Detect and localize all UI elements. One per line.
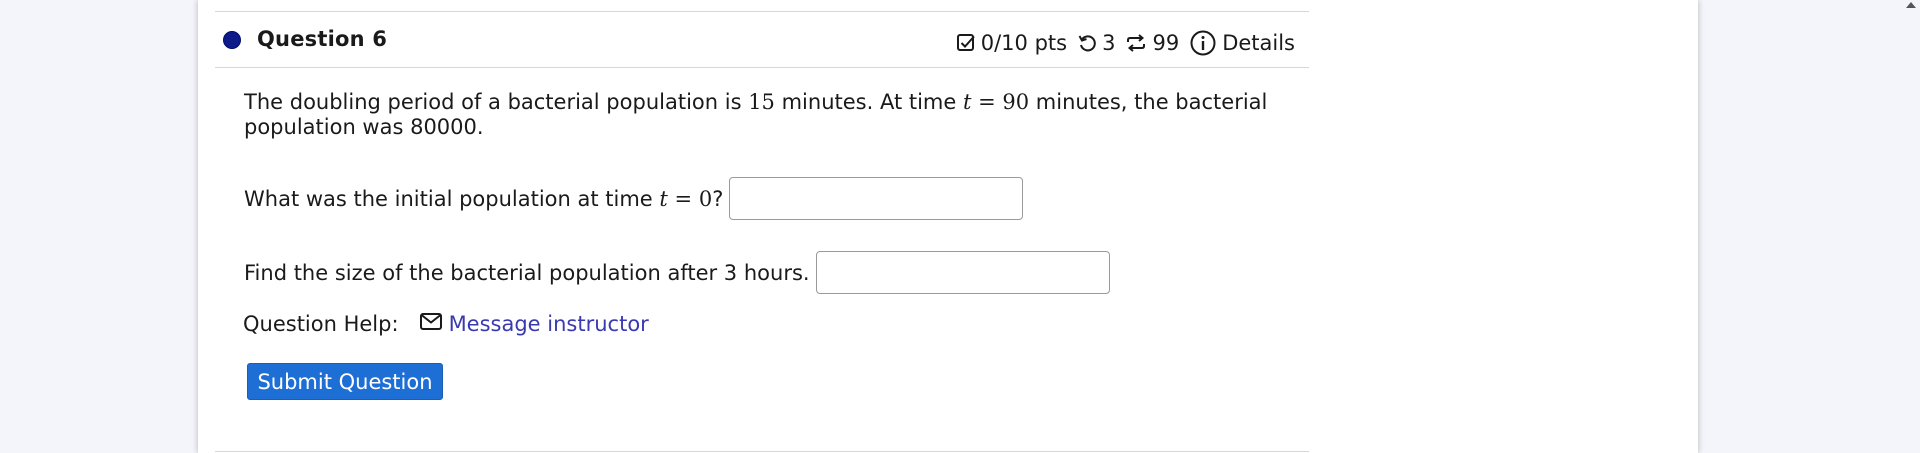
undo-icon: [1077, 33, 1097, 53]
question-text: The doubling period of a bacterial popul…: [244, 90, 1284, 140]
submit-question-button[interactable]: Submit Question: [247, 363, 443, 400]
prompt-text: Find the size of the bacterial populatio…: [244, 260, 810, 285]
question-part-2: Find the size of the bacterial populatio…: [244, 251, 1110, 294]
question-text-part: minutes. At time: [774, 90, 963, 114]
repeat-icon: [1125, 33, 1147, 53]
score-display: 0/10 pts: [956, 31, 1067, 55]
question-meta: 0/10 pts 3 99 Details: [946, 28, 1295, 58]
math-number: 90: [1002, 90, 1030, 114]
attempts-display: 99: [1125, 31, 1179, 55]
details-label: Details: [1222, 31, 1295, 55]
math-variable: t: [659, 186, 668, 211]
mail-icon: [419, 311, 449, 336]
question-title: Question 6: [257, 27, 388, 51]
retries-value: 3: [1102, 31, 1116, 55]
prompt-text: What was the initial population at time: [244, 186, 653, 211]
checkbox-icon: [956, 33, 976, 53]
question-part-1: What was the initial population at time …: [244, 177, 1024, 220]
question-help-label: Question Help:: [243, 311, 399, 336]
math-expression: t = 90: [963, 90, 1029, 114]
details-button[interactable]: Details: [1189, 29, 1295, 57]
score-value: 0/10 pts: [980, 31, 1068, 55]
math-number: 0: [698, 186, 713, 211]
message-instructor-link[interactable]: Message instructor: [419, 311, 649, 336]
scroll-up-icon[interactable]: [1906, 2, 1916, 8]
math-number: 15: [748, 90, 775, 114]
prompt-text: ?: [712, 186, 724, 211]
question-help: Question Help: Message instructor: [243, 311, 649, 336]
divider: [215, 11, 1309, 12]
divider: [215, 67, 1309, 68]
info-icon: [1189, 29, 1217, 57]
attempts-value: 99: [1152, 31, 1180, 55]
math-operator: =: [971, 90, 1003, 114]
divider: [215, 451, 1309, 452]
math-expression: t = 0: [653, 187, 712, 211]
initial-population-input[interactable]: [729, 177, 1024, 220]
message-instructor-label: Message instructor: [448, 311, 649, 336]
retries-display: 3: [1077, 31, 1115, 55]
question-text-part: The doubling period of a bacterial popul…: [244, 90, 749, 114]
math-operator: =: [667, 186, 699, 211]
population-after-3-hours-input[interactable]: [815, 251, 1110, 294]
status-indicator: [223, 31, 241, 49]
